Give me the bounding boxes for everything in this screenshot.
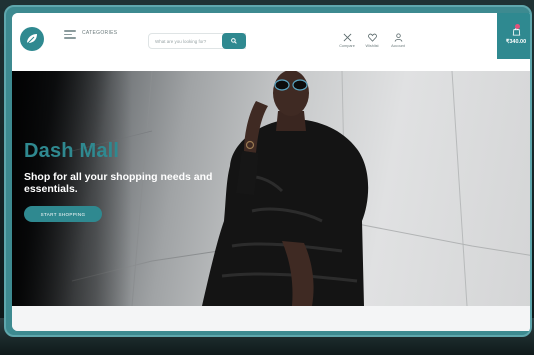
site-header: CATEGORIES Compare Wishlist [12, 13, 530, 71]
hero-subtitle: Shop for all your shopping needs and ess… [24, 171, 213, 195]
app-screen: CATEGORIES Compare Wishlist [12, 13, 530, 331]
cart-count-badge [515, 24, 520, 29]
below-fold-area [12, 306, 530, 331]
account-button[interactable]: Account [383, 33, 413, 48]
hero-banner: Dash Mall Shop for all your shopping nee… [12, 71, 530, 306]
user-icon [394, 33, 402, 42]
cart-total: ₹340.00 [505, 39, 527, 45]
search-button[interactable] [222, 33, 246, 49]
search-icon [231, 38, 237, 44]
heart-icon [367, 33, 377, 42]
leaf-logo-icon[interactable] [20, 27, 44, 51]
device-frame: CATEGORIES Compare Wishlist [4, 5, 532, 337]
hero-title: Dash Mall [24, 140, 120, 162]
account-label: Account [391, 44, 405, 48]
hamburger-menu-icon[interactable] [64, 30, 76, 39]
categories-link[interactable]: CATEGORIES [82, 30, 117, 36]
cart-button[interactable]: ₹340.00 [497, 13, 530, 59]
start-shopping-button[interactable]: START SHOPPING [24, 206, 102, 222]
compare-arrows-icon [343, 33, 351, 42]
